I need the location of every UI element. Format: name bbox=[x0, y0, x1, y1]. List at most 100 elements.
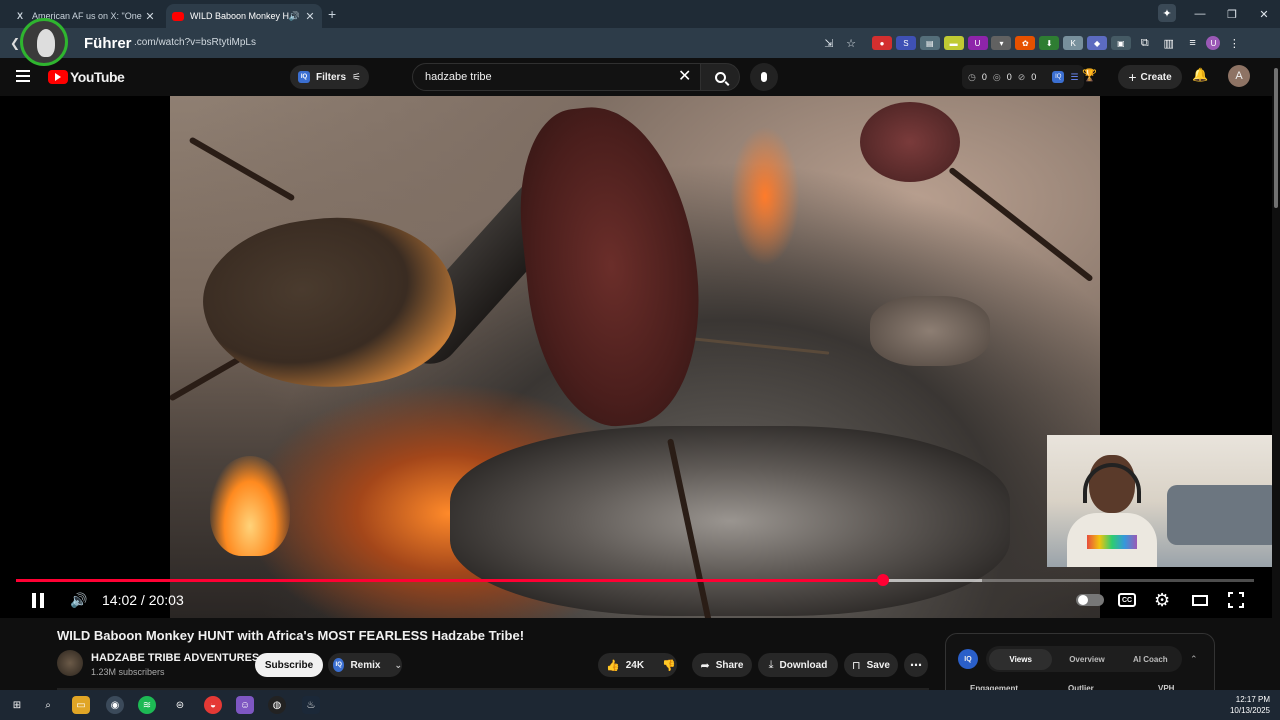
voice-search-button[interactable] bbox=[750, 63, 778, 91]
close-window-button[interactable]: ✕ bbox=[1248, 8, 1280, 21]
progress-bar[interactable] bbox=[16, 574, 1254, 586]
autoplay-toggle[interactable] bbox=[1076, 594, 1104, 606]
list-icon: ☰ bbox=[1070, 71, 1079, 82]
tab-youtube[interactable]: WILD Baboon Monkey HUN 🔊 ✕ bbox=[166, 4, 322, 28]
webcam-overlay bbox=[1047, 435, 1280, 567]
eye-off-icon: ⊘ bbox=[1017, 71, 1026, 82]
gemini-spark-icon[interactable]: ✦ bbox=[1158, 4, 1176, 22]
extension-icon[interactable]: U bbox=[967, 36, 988, 50]
windows-start-icon[interactable]: ⊞ bbox=[8, 696, 26, 714]
bookmark-icon: ⊓ bbox=[852, 659, 861, 672]
filters-button[interactable]: IQ Filters ⚟ bbox=[290, 65, 369, 89]
download-icon: ⤓ bbox=[768, 658, 774, 671]
search-icon bbox=[714, 71, 726, 83]
extension-icon[interactable]: ▣ bbox=[1110, 36, 1131, 50]
back-arrow-icon[interactable]: ❮ bbox=[10, 36, 20, 50]
extension-icon[interactable]: K bbox=[1063, 36, 1084, 50]
tab-title: WILD Baboon Monkey HUN bbox=[190, 11, 289, 21]
played-bar bbox=[16, 579, 883, 582]
search-button[interactable] bbox=[700, 63, 740, 91]
minimize-button[interactable]: — bbox=[1184, 8, 1216, 20]
notifications-bell-icon[interactable]: 🔔 bbox=[1192, 67, 1208, 83]
scrubber-handle[interactable] bbox=[876, 574, 889, 586]
profile-icon[interactable]: U bbox=[1206, 36, 1221, 50]
captions-button[interactable]: CC bbox=[1118, 593, 1136, 607]
theater-mode-button[interactable] bbox=[1192, 595, 1208, 606]
user-avatar[interactable]: A bbox=[1228, 65, 1250, 87]
tab-overview[interactable]: Overview bbox=[1055, 655, 1118, 664]
chevron-down-icon: ⌄ bbox=[394, 659, 402, 670]
plus-icon: + bbox=[1128, 69, 1137, 85]
channel-avatar[interactable] bbox=[57, 650, 83, 676]
overlay-name: Führer bbox=[84, 35, 132, 52]
share-arrow-icon: ➦ bbox=[700, 659, 710, 672]
obs-icon[interactable]: ◍ bbox=[268, 696, 286, 714]
like-dislike-group[interactable]: 👍 24K 👎 bbox=[598, 653, 677, 677]
channel-name[interactable]: HADZABE TRIBE ADVENTURES bbox=[91, 652, 259, 664]
remix-button[interactable]: IQ Remix ⌄ bbox=[328, 653, 402, 677]
clock-icon: ◷ bbox=[968, 71, 976, 82]
clear-search-icon[interactable]: ✕ bbox=[678, 66, 691, 86]
video-frame[interactable] bbox=[170, 96, 1100, 618]
close-tab-icon[interactable]: ✕ bbox=[304, 10, 316, 23]
fullscreen-button[interactable] bbox=[1228, 592, 1244, 608]
clock-time: 12:17 PM bbox=[1235, 695, 1270, 704]
sidepanel-icon[interactable]: ▥ bbox=[1159, 36, 1179, 50]
speaker-icon[interactable]: 🔊 bbox=[289, 11, 300, 22]
more-actions-button[interactable]: ⋯ bbox=[904, 653, 928, 677]
iq-tabs: Views Overview AI Coach bbox=[986, 646, 1182, 672]
iq-stats-group[interactable]: ◷ 0 ◎ 0 ⊘ 0 IQ ☰ bbox=[962, 65, 1085, 89]
extension-icon[interactable]: ▾ bbox=[991, 36, 1012, 50]
discord-icon[interactable]: ☺ bbox=[236, 696, 254, 714]
extension-icon[interactable]: S bbox=[895, 36, 916, 50]
thumbs-down-icon[interactable]: 👎 bbox=[662, 659, 676, 672]
file-explorer-icon[interactable]: ▭ bbox=[72, 696, 90, 714]
puzzle-icon[interactable]: ⧉ bbox=[1135, 36, 1155, 50]
extension-icon[interactable]: ✿ bbox=[1015, 36, 1036, 50]
search-icon[interactable]: ⌕ bbox=[39, 696, 57, 714]
spotify-icon[interactable]: ≋ bbox=[138, 696, 156, 714]
subscribe-button[interactable]: Subscribe bbox=[255, 653, 323, 677]
streamer-avatar-overlay bbox=[20, 18, 68, 66]
pokeball-icon[interactable]: ◒ bbox=[204, 696, 222, 714]
system-clock[interactable]: 12:17 PM 10/13/2025 bbox=[1230, 694, 1270, 716]
trophy-icon[interactable]: 🏆 bbox=[1082, 68, 1097, 82]
steam-icon[interactable]: ♨ bbox=[302, 696, 320, 714]
bookmark-star-icon[interactable]: ☆ bbox=[840, 37, 862, 50]
thumbs-up-icon[interactable]: 👍 bbox=[606, 659, 620, 672]
tab-ai-coach[interactable]: AI Coach bbox=[1119, 655, 1182, 664]
windows-taskbar bbox=[0, 690, 1280, 720]
extension-icon[interactable]: ▬ bbox=[943, 36, 964, 50]
share-button[interactable]: ➦ Share bbox=[692, 653, 752, 677]
search-input[interactable]: hadzabe tribe bbox=[412, 63, 702, 91]
hamburger-menu-icon[interactable] bbox=[16, 70, 30, 85]
extension-icon[interactable]: ▤ bbox=[919, 36, 940, 50]
app-icon[interactable]: ⊜ bbox=[171, 696, 189, 714]
tab-views[interactable]: Views bbox=[989, 648, 1053, 670]
media-control-icon[interactable]: ≡ bbox=[1183, 36, 1203, 50]
extension-icon[interactable]: ◆ bbox=[1087, 36, 1108, 50]
settings-gear-icon[interactable]: ⚙ bbox=[1154, 590, 1170, 610]
iq-logo-icon: IQ bbox=[1052, 71, 1065, 83]
collapse-chevron-icon[interactable]: ⌃ bbox=[1190, 654, 1198, 665]
page-scrollbar[interactable] bbox=[1272, 58, 1280, 690]
new-tab-button[interactable]: + bbox=[328, 6, 336, 22]
restore-button[interactable]: ❐ bbox=[1216, 8, 1248, 21]
save-button[interactable]: ⊓ Save bbox=[844, 653, 898, 677]
create-button[interactable]: + Create bbox=[1118, 65, 1182, 89]
chrome-icon[interactable]: ◉ bbox=[106, 696, 124, 714]
microphone-icon bbox=[761, 72, 767, 82]
extension-icon[interactable]: ● bbox=[872, 36, 892, 50]
install-app-icon[interactable]: ⇲ bbox=[818, 37, 840, 50]
extension-icon[interactable]: ⬇ bbox=[1039, 36, 1060, 50]
window-controls: — ❐ ✕ bbox=[1184, 0, 1280, 28]
volume-icon[interactable]: 🔊 bbox=[70, 590, 87, 610]
url-text[interactable]: .com/watch?v=bsRtytiMpLs bbox=[134, 37, 256, 48]
youtube-logo[interactable]: YouTube bbox=[48, 69, 125, 85]
extensions-bar: ● S ▤ ▬ U ▾ ✿ ⬇ K ◆ ▣ ⧉ ▥ ≡ U ⋮ bbox=[872, 33, 1248, 53]
pause-button[interactable] bbox=[32, 590, 48, 610]
kebab-menu-icon[interactable]: ⋮ bbox=[1224, 36, 1244, 50]
download-button[interactable]: ⤓ Download bbox=[758, 653, 838, 677]
close-tab-icon[interactable]: ✕ bbox=[144, 10, 156, 23]
x-logo-icon: X bbox=[16, 11, 23, 21]
